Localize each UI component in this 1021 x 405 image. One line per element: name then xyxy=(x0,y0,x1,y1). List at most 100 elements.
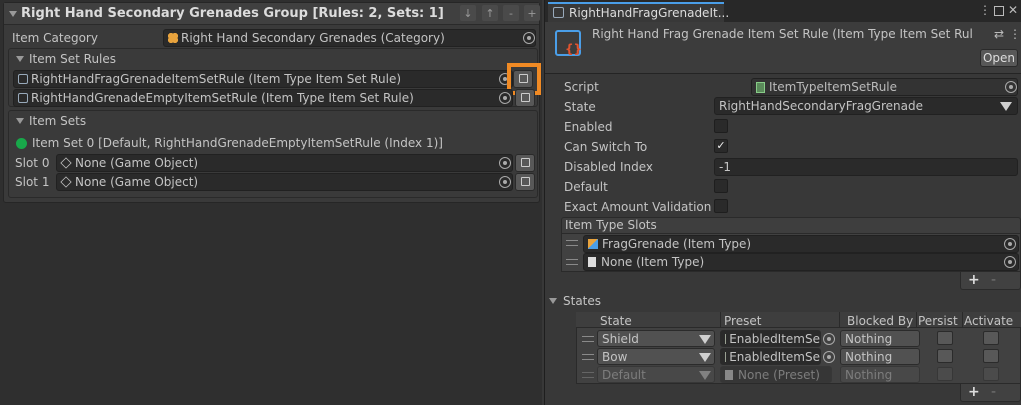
object-picker-icon[interactable] xyxy=(823,333,835,345)
open-button-label: Open xyxy=(982,51,1016,65)
column-activate: Activate xyxy=(964,314,1014,328)
blocked-by-value: Nothing xyxy=(845,349,893,364)
more-options-icon[interactable]: ⋮ xyxy=(979,3,991,17)
persist-button[interactable] xyxy=(937,349,953,363)
open-external-button[interactable] xyxy=(515,154,535,172)
item-type-slot-field[interactable]: None (Item Type) xyxy=(583,253,1019,271)
column-blocked-by: Blocked By xyxy=(847,314,914,328)
minus-icon[interactable]: - xyxy=(503,5,519,21)
blocked-by-dropdown[interactable]: Nothing xyxy=(840,348,920,365)
arrow-down-icon[interactable]: ↓ xyxy=(460,5,476,21)
state-row-dropdown[interactable]: Bow xyxy=(597,348,715,365)
foldout-arrow-icon[interactable] xyxy=(9,11,17,17)
close-icon[interactable]: ✕ xyxy=(1008,3,1018,17)
open-button[interactable]: Open xyxy=(980,49,1018,67)
chevron-down-icon xyxy=(699,335,711,344)
enabled-label: Enabled xyxy=(564,120,613,134)
column-divider xyxy=(962,312,963,328)
add-state-button[interactable]: + xyxy=(968,384,980,400)
column-divider xyxy=(720,312,721,328)
file-icon xyxy=(588,257,596,267)
exact-amount-validation-checkbox[interactable] xyxy=(714,199,728,213)
preset-icon xyxy=(725,333,727,344)
drag-handle-icon[interactable] xyxy=(566,259,578,265)
state-row-dropdown[interactable]: Shield xyxy=(597,330,715,347)
inspector-tab-icon xyxy=(553,7,564,18)
item-category-field[interactable]: Right Hand Secondary Grenades (Category) xyxy=(163,29,536,47)
column-divider xyxy=(916,312,917,328)
drag-handle-icon xyxy=(582,372,594,378)
blocked-by-dropdown[interactable]: Nothing xyxy=(840,330,920,347)
item-set-rule-value: RightHandGrenadeEmptyItemSetRule (Item T… xyxy=(31,91,414,105)
default-checkbox[interactable] xyxy=(714,179,728,193)
preset-value: None (Preset) xyxy=(738,367,820,382)
settings-sliders-icon[interactable]: ⇄ xyxy=(994,27,1004,41)
item-type-cube-icon xyxy=(588,239,598,249)
maximize-icon[interactable] xyxy=(994,6,1004,16)
state-dropdown[interactable]: RightHandSecondaryFragGrenade xyxy=(714,97,1018,115)
blocked-by-value: Nothing xyxy=(845,367,893,382)
state-row-value: Bow xyxy=(602,349,628,364)
game-object-icon xyxy=(60,176,72,188)
chevron-down-icon xyxy=(699,353,711,362)
item-type-slot-value: FragGrenade (Item Type) xyxy=(602,237,752,251)
persist-button[interactable] xyxy=(937,331,953,345)
state-label: State xyxy=(564,100,596,114)
add-item-button[interactable]: + xyxy=(968,272,980,288)
drag-handle-icon[interactable] xyxy=(566,240,578,246)
state-row-value: Shield xyxy=(602,331,639,346)
script-field: ItemTypeItemSetRule xyxy=(751,78,1018,96)
item-set-rule-field[interactable]: RightHandFragGrenadeItemSetRule (Item Ty… xyxy=(13,70,513,88)
drag-handle-icon[interactable] xyxy=(582,354,594,360)
object-picker-icon[interactable] xyxy=(499,92,511,104)
state-row-dropdown: Default xyxy=(597,366,715,383)
item-type-slots-header: Item Type Slots xyxy=(565,218,657,232)
object-picker-icon[interactable] xyxy=(499,157,511,169)
foldout-arrow-icon[interactable] xyxy=(16,118,24,124)
item-type-slot-field[interactable]: FragGrenade (Item Type) xyxy=(583,235,1019,253)
preset-icon xyxy=(725,351,727,362)
tab-inspector[interactable]: RightHandFragGrenadeIt... xyxy=(548,2,729,22)
activate-button[interactable] xyxy=(983,349,999,363)
arrow-up-icon[interactable]: ↑ xyxy=(482,5,498,21)
item-set-rule-field[interactable]: RightHandGrenadeEmptyItemSetRule (Item T… xyxy=(13,89,513,107)
enabled-checkbox[interactable] xyxy=(714,119,728,133)
drag-handle-icon[interactable] xyxy=(582,336,594,342)
blocked-by-dropdown: Nothing xyxy=(840,366,920,383)
object-picker-icon[interactable] xyxy=(523,32,535,44)
remove-item-button[interactable]: - xyxy=(991,272,996,288)
script-label: Script xyxy=(564,80,599,94)
object-picker-icon[interactable] xyxy=(1004,238,1016,250)
object-picker-icon[interactable] xyxy=(499,176,511,188)
more-options-icon[interactable]: ⋮ xyxy=(1009,27,1021,41)
open-external-button[interactable] xyxy=(515,89,535,107)
plus-icon[interactable]: + xyxy=(524,5,540,21)
activate-button[interactable] xyxy=(983,331,999,345)
chevron-down-icon xyxy=(699,371,711,380)
disabled-index-input[interactable]: -1 xyxy=(714,158,1018,176)
activate-button xyxy=(983,367,999,381)
persist-button xyxy=(937,367,953,381)
preset-field[interactable]: EnabledItemSe xyxy=(720,330,821,347)
foldout-arrow-icon[interactable] xyxy=(549,298,557,304)
column-persist: Persist xyxy=(918,314,958,328)
foldout-arrow-icon[interactable] xyxy=(16,56,24,62)
remove-state-button[interactable]: - xyxy=(991,384,996,400)
can-switch-to-label: Can Switch To xyxy=(564,140,648,154)
object-picker-icon[interactable] xyxy=(823,351,835,363)
item-category-value: Right Hand Secondary Grenades (Category) xyxy=(181,31,445,45)
slot-field[interactable]: None (Game Object) xyxy=(56,173,513,191)
asset-title: Right Hand Frag Grenade Item Set Rule (I… xyxy=(592,27,973,41)
object-picker-icon[interactable] xyxy=(1004,256,1016,268)
preset-field[interactable]: EnabledItemSe xyxy=(720,348,821,365)
rule-asset-icon xyxy=(18,93,28,103)
inspector-panel: RightHandFragGrenadeIt... ⋮ ✕ {} Right H… xyxy=(544,0,1021,405)
can-switch-to-checkbox[interactable]: ✓ xyxy=(714,139,728,153)
script-value: ItemTypeItemSetRule xyxy=(769,80,898,94)
slot-field[interactable]: None (Game Object) xyxy=(56,154,513,172)
rule-asset-icon xyxy=(18,74,28,84)
slot-label: Slot 1 xyxy=(15,175,50,189)
left-panel: Right Hand Secondary Grenades Group [Rul… xyxy=(0,0,542,405)
preset-value: EnabledItemSe xyxy=(729,331,820,346)
open-external-button[interactable] xyxy=(515,173,535,191)
